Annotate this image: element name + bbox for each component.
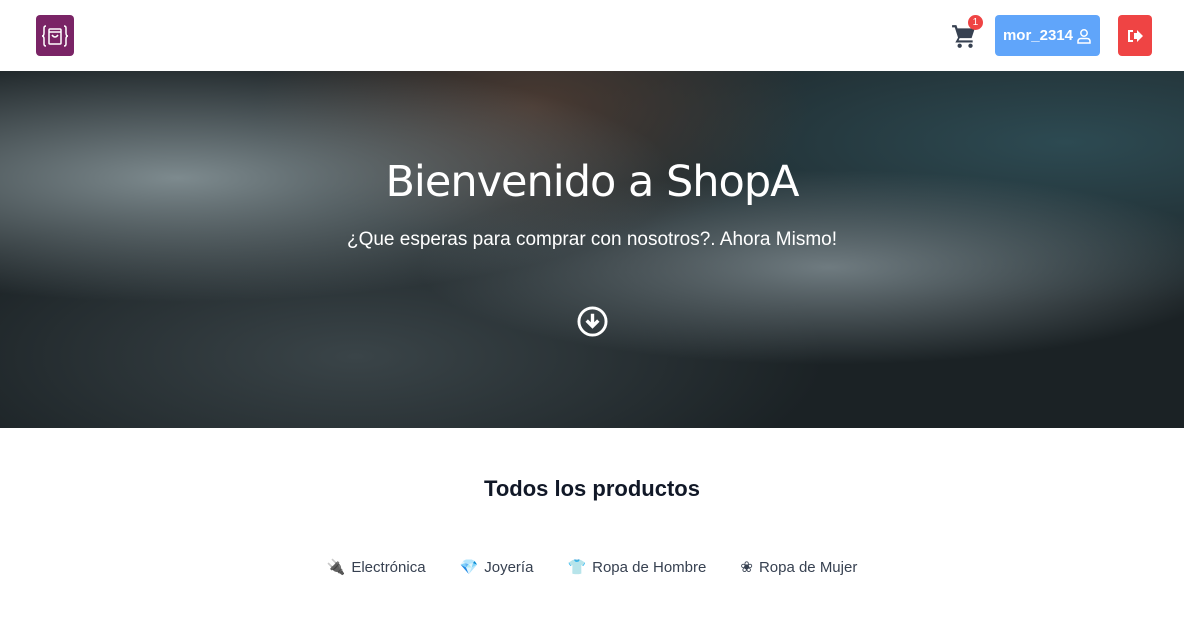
- products-heading: Todos los productos: [484, 476, 700, 501]
- user-button[interactable]: mor_2314: [994, 15, 1100, 56]
- navbar: 1 mor_2314: [0, 0, 1184, 71]
- hero-subtitle: ¿Que esperas para comprar con nosotros?.…: [346, 229, 837, 250]
- flower-icon: ❀: [740, 559, 753, 576]
- shirt-icon: 👕: [567, 559, 587, 576]
- logo[interactable]: [36, 15, 74, 56]
- shopping-bag-icon: [41, 24, 69, 47]
- category-electronics[interactable]: 🔌 Electrónica: [326, 558, 426, 577]
- category-filters: 🔌 Electrónica 💎 Joyería 👕 Ropa de Hombre ❀ R…: [0, 558, 1184, 577]
- category-mens-clothing[interactable]: 👕 Ropa de Hombre: [567, 558, 706, 577]
- electronics-icon: 🔌: [326, 559, 346, 576]
- hero-title: Bienvenido a ShopA: [385, 157, 799, 207]
- arrow-down-circle-icon[interactable]: [576, 306, 608, 337]
- gem-icon: 💎: [459, 559, 479, 576]
- cart-count-badge: 1: [967, 14, 983, 30]
- logout-button[interactable]: [1118, 15, 1152, 56]
- user-icon: [1077, 28, 1091, 44]
- cart-button[interactable]: 1: [951, 14, 983, 49]
- hero-banner: Bienvenido a ShopA ¿Que esperas para com…: [0, 71, 1184, 428]
- category-jewelry[interactable]: 💎 Joyería: [459, 558, 534, 577]
- sign-out-icon: [1128, 29, 1143, 42]
- username: mor_2314: [1002, 27, 1073, 44]
- category-womens-clothing[interactable]: ❀ Ropa de Mujer: [740, 558, 857, 577]
